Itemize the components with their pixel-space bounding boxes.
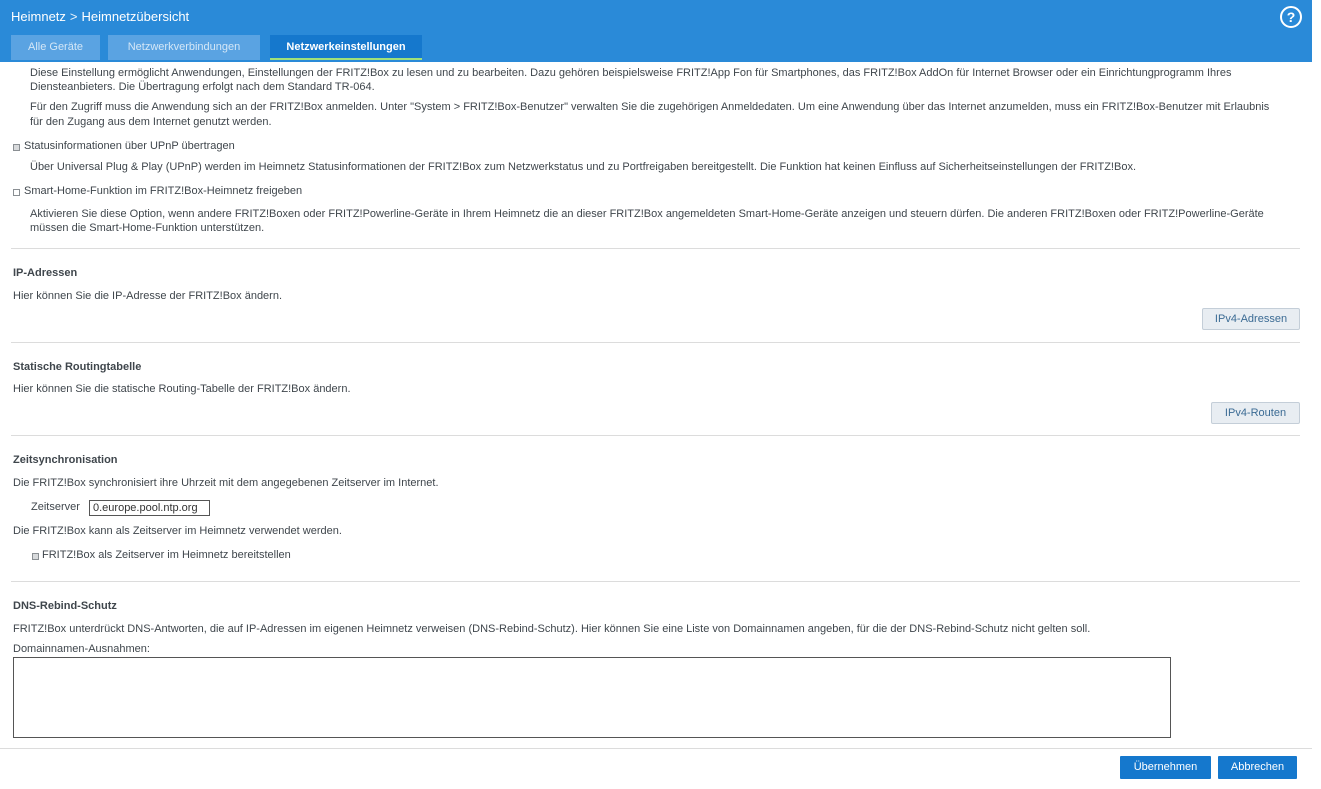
ip-description: Hier können Sie die IP-Adresse der FRITZ… (13, 290, 283, 302)
top-header: Heimnetz > Heimnetzübersicht ? Alle Geräte… (0, 0, 1312, 62)
domain-exceptions-label: Domainnamen-Ausnahmen: (13, 643, 150, 655)
cancel-button[interactable]: Abbrechen (1218, 756, 1297, 779)
tab-netzwerkeinstellungen[interactable]: Netzwerkeinstellungen (270, 35, 422, 60)
timeserver-provide-label[interactable]: FRITZ!Box als Zeitserver im Heimnetz ber… (42, 549, 291, 561)
help-icon[interactable]: ? (1280, 6, 1302, 28)
dns-section-title: DNS-Rebind-Schutz (13, 600, 117, 612)
scrollbar[interactable] (1312, 0, 1321, 788)
upnp-label[interactable]: Statusinformationen über UPnP übertragen (24, 140, 235, 152)
breadcrumb: Heimnetz > Heimnetzübersicht (11, 9, 189, 24)
upnp-description: Über Universal Plug & Play (UPnP) werden… (30, 161, 1136, 173)
smarthome-description: Aktivieren Sie diese Option, wenn andere… (30, 208, 1264, 220)
time-section-title: Zeitsynchronisation (13, 454, 118, 466)
breadcrumb-separator-icon: > (69, 9, 78, 24)
timeserver-input[interactable]: 0.europe.pool.ntp.org (89, 500, 210, 516)
smarthome-checkbox[interactable] (13, 189, 20, 196)
time-description: Die FRITZ!Box synchronisiert ihre Uhrzei… (13, 477, 439, 489)
section-divider (11, 581, 1300, 582)
ipv4-routes-button[interactable]: IPv4-Routen (1211, 402, 1300, 424)
breadcrumb-parent[interactable]: Heimnetz (11, 9, 66, 24)
footer-bar: Übernehmen Abbrechen (0, 748, 1312, 789)
timeserver-label: Zeitserver (31, 501, 80, 513)
section-divider (11, 342, 1300, 343)
dns-description: FRITZ!Box unterdrückt DNS-Antworten, die… (13, 623, 1091, 635)
app-access-login-info: Für den Zugriff muss die Anwendung sich … (30, 101, 1270, 113)
domain-exceptions-textarea[interactable] (13, 657, 1171, 738)
tab-alle-geraete[interactable]: Alle Geräte (11, 35, 100, 60)
routing-section-title: Statische Routingtabelle (13, 361, 142, 373)
ipv4-addresses-button[interactable]: IPv4-Adressen (1202, 308, 1300, 330)
smarthome-description-cont: müssen die Smart-Home-Funktion unterstüt… (30, 222, 265, 234)
upnp-checkbox[interactable] (13, 144, 20, 151)
app-access-description: Diese Einstellung ermöglicht Anwendungen… (30, 67, 1232, 79)
app-access-login-info-cont: für den Zugang aus dem Internet genutzt … (30, 116, 272, 128)
routing-description: Hier können Sie die statische Routing-Ta… (13, 383, 351, 395)
timeserver-provide-checkbox[interactable] (32, 553, 39, 560)
smarthome-label[interactable]: Smart-Home-Funktion im FRITZ!Box-Heimnet… (24, 185, 302, 197)
apply-button[interactable]: Übernehmen (1120, 756, 1211, 779)
tab-netzwerkverbindungen[interactable]: Netzwerkverbindungen (108, 35, 260, 60)
ip-section-title: IP-Adressen (13, 267, 78, 279)
breadcrumb-current: Heimnetzübersicht (81, 9, 190, 24)
main-content: Diese Einstellung ermöglicht Anwendungen… (0, 62, 1312, 748)
section-divider (11, 248, 1300, 249)
time-server-description: Die FRITZ!Box kann als Zeitserver im Hei… (13, 525, 342, 537)
app-access-description-cont: Diensteanbieters. Die Übertragung erfolg… (30, 81, 375, 93)
section-divider (11, 435, 1300, 436)
